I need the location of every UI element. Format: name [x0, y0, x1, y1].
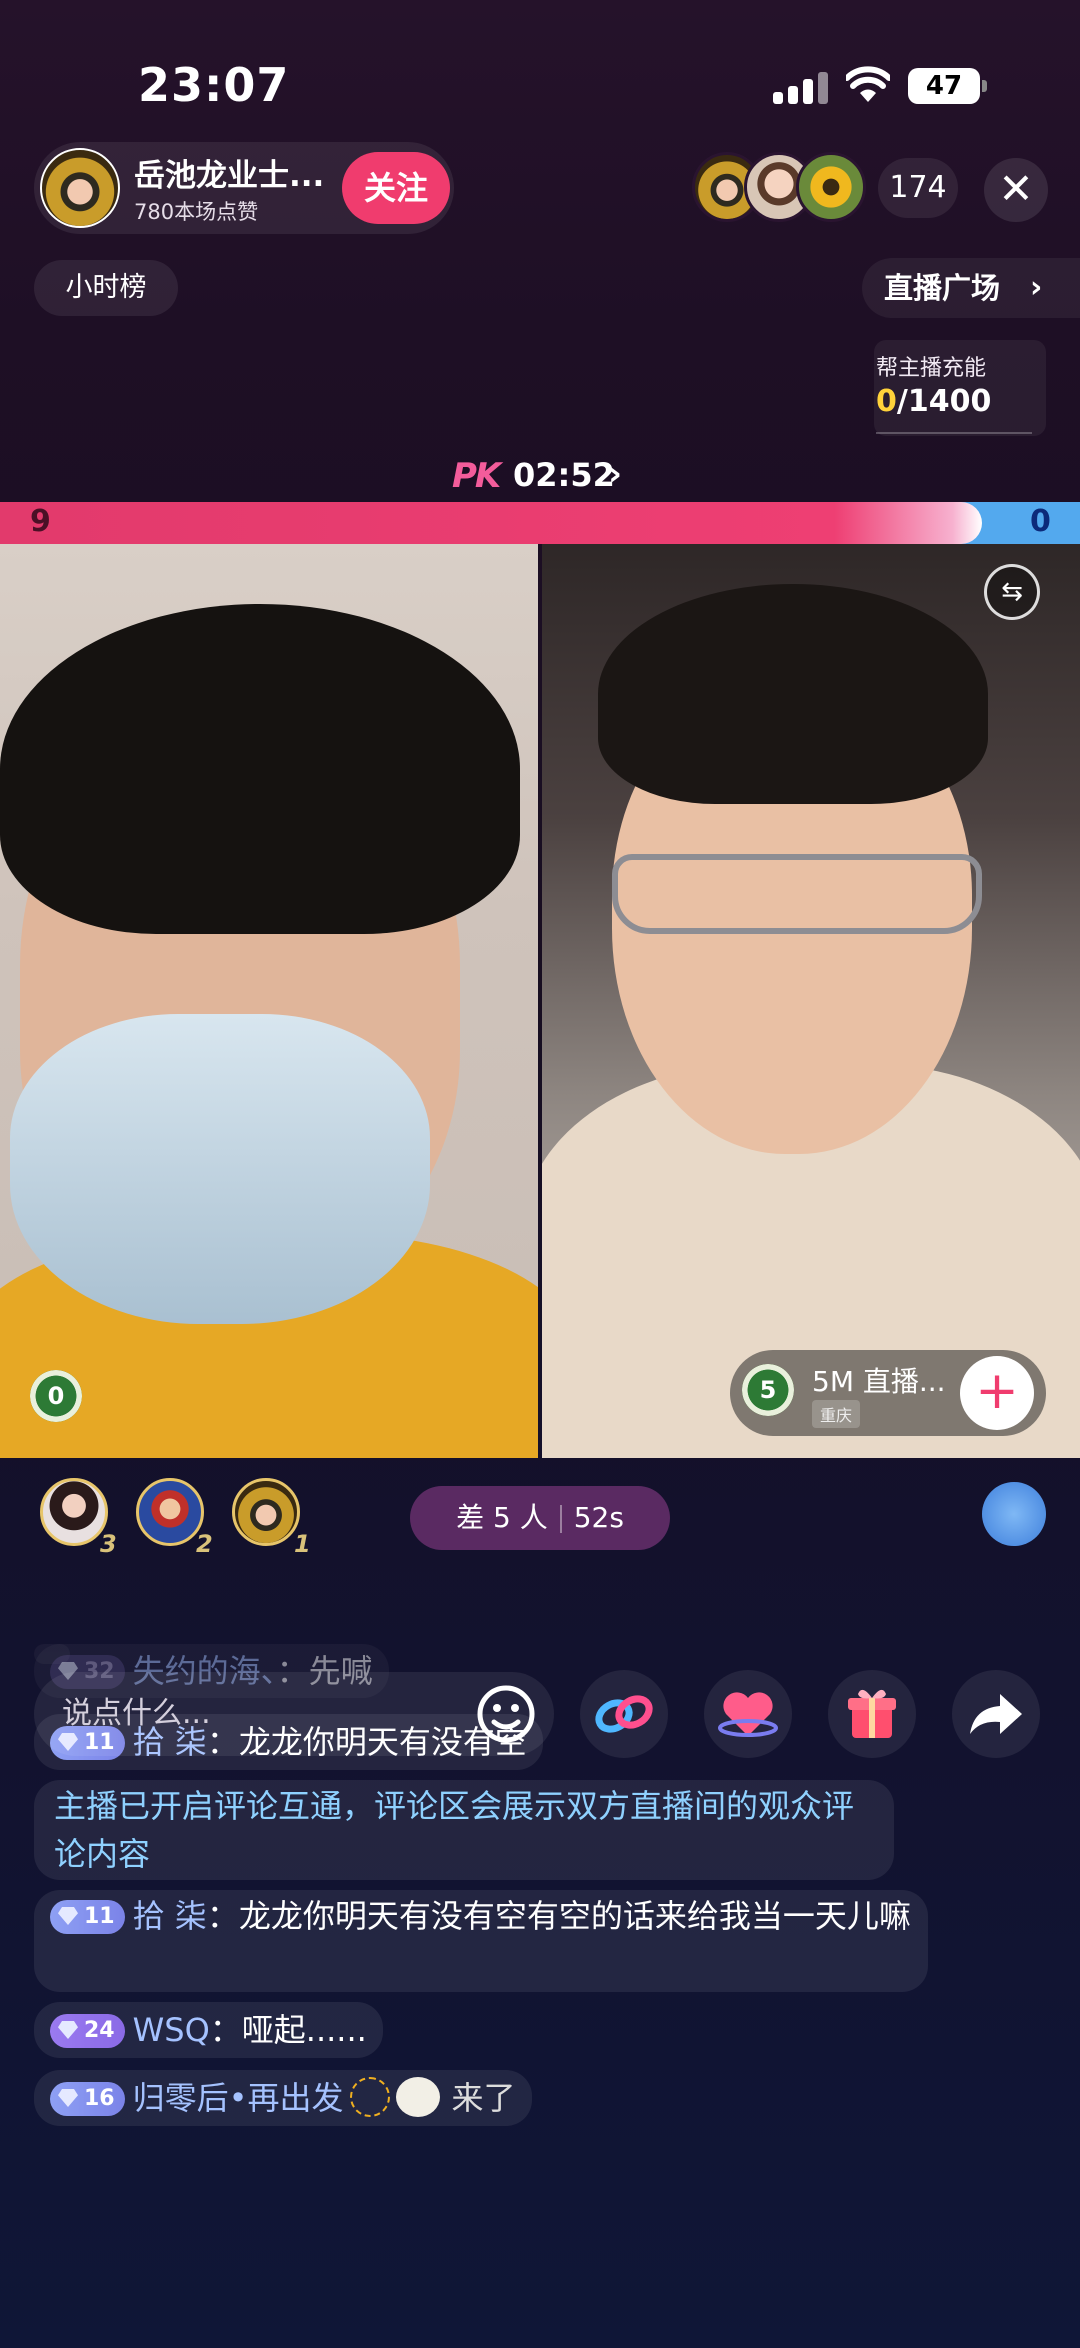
swap-icon[interactable]: ⇆ [984, 564, 1040, 620]
chat-message[interactable]: 11 拾 柒：龙龙你明天有没有空有空的话来给我当一天儿嘛 [34, 1890, 928, 1992]
charge-current: 0 [876, 384, 897, 419]
pk-progress-left [0, 502, 982, 544]
charge-divider [876, 432, 1032, 434]
pk-logo: PK [452, 456, 501, 496]
chat-separator: ： [209, 2011, 242, 2049]
video-hair [0, 604, 520, 934]
host-video[interactable] [0, 544, 538, 1458]
gem-icon [58, 2089, 78, 2107]
chat-text: 哑起...... [241, 2011, 367, 2049]
sofa-icon[interactable] [982, 1482, 1046, 1546]
charge-target: 1400 [907, 384, 992, 419]
chat-text: 来了 [451, 2079, 516, 2117]
battery-icon: 47 [908, 68, 980, 104]
fan-avatar[interactable] [136, 1478, 204, 1546]
emoji-neutral-icon [349, 2077, 390, 2117]
fan-rank: 1 [294, 1530, 311, 1558]
gem-icon [58, 2021, 78, 2039]
follow-button[interactable]: 关注 [342, 152, 450, 224]
link-button[interactable] [580, 1670, 668, 1758]
video-hair [598, 584, 988, 804]
charge-sep: / [896, 384, 908, 419]
host-likes: 780本场点赞 [134, 200, 259, 224]
level-number: 16 [84, 2086, 115, 2111]
close-button[interactable]: ✕ [984, 158, 1048, 222]
user-level-badge: 16 [50, 2082, 125, 2116]
diff-people: 差 5 人 [456, 1501, 548, 1534]
emoji-sheep-icon [395, 2077, 440, 2117]
status-time: 23:07 [138, 58, 290, 112]
user-level-badge: 24 [50, 2014, 125, 2048]
host-name: 岳池龙业士... [134, 158, 325, 194]
guest-video[interactable] [542, 544, 1080, 1458]
chat-separator: ： [206, 1897, 239, 1935]
host-level-badge: 0 [30, 1370, 82, 1422]
live-plaza-button[interactable]: 直播广场 [862, 258, 1080, 318]
viewer-count[interactable]: 174 [878, 158, 958, 218]
chat-username[interactable]: 拾 柒 [133, 1897, 207, 1935]
battery-cap [982, 80, 987, 92]
charge-value: 0/1400 [876, 384, 991, 419]
guest-name: 5M 直播... [812, 1365, 946, 1398]
level-number: 24 [84, 2018, 115, 2043]
gem-icon [58, 1907, 78, 1925]
chat-message[interactable]: 16 归零后•再出发 来了 [34, 2070, 532, 2126]
gift-button[interactable] [828, 1670, 916, 1758]
guest-level-badge: 5 [742, 1364, 794, 1416]
signal-icon [773, 72, 829, 104]
level-number: 11 [84, 1904, 115, 1929]
fan-avatar[interactable] [40, 1478, 108, 1546]
pk-diff-pill[interactable]: 差 5 人 52s [410, 1486, 670, 1550]
guest-location: 重庆 [812, 1400, 861, 1428]
share-button[interactable] [952, 1670, 1040, 1758]
user-level-badge: 11 [50, 1900, 125, 1934]
fan-rank: 2 [196, 1530, 213, 1558]
chat-text: 龙龙你明天有没有空有空的话来给我当一天儿嘛 [238, 1897, 911, 1935]
diff-divider [559, 1505, 562, 1533]
diff-time: 52s [573, 1501, 624, 1534]
pk-timer[interactable]: 02:52 [513, 456, 615, 494]
charge-label: 帮主播充能 [876, 356, 987, 381]
chat-message[interactable]: 24 WSQ：哑起...... [34, 2002, 383, 2058]
emoji-button[interactable] [462, 1670, 550, 1758]
wifi-icon [844, 66, 892, 104]
hour-rank-button[interactable]: 小时榜 [34, 260, 178, 316]
video-mask [10, 1014, 430, 1324]
chat-message[interactable]: 主播已开启评论互通，评论区会展示双方直播间的观众评论内容 [34, 1780, 894, 1880]
pk-right-score: 0 [1030, 504, 1051, 539]
pk-left-score: 9 [30, 504, 51, 539]
chat-notice: 主播已开启评论互通，评论区会展示双方直播间的观众评论内容 [54, 1787, 855, 1873]
video-glasses [612, 854, 982, 934]
add-guest-button[interactable]: + [960, 1356, 1034, 1430]
heart-button[interactable] [704, 1670, 792, 1758]
fan-rank: 3 [100, 1530, 117, 1558]
host-avatar[interactable] [40, 148, 120, 228]
viewer-avatar[interactable] [796, 152, 866, 222]
fan-avatar[interactable] [232, 1478, 300, 1546]
chevron-right-icon: › [1030, 270, 1043, 305]
chat-username[interactable]: 归零后•再出发 [133, 2079, 344, 2117]
chat-username[interactable]: WSQ [133, 2011, 210, 2049]
chevron-right-icon[interactable]: › [608, 454, 622, 494]
